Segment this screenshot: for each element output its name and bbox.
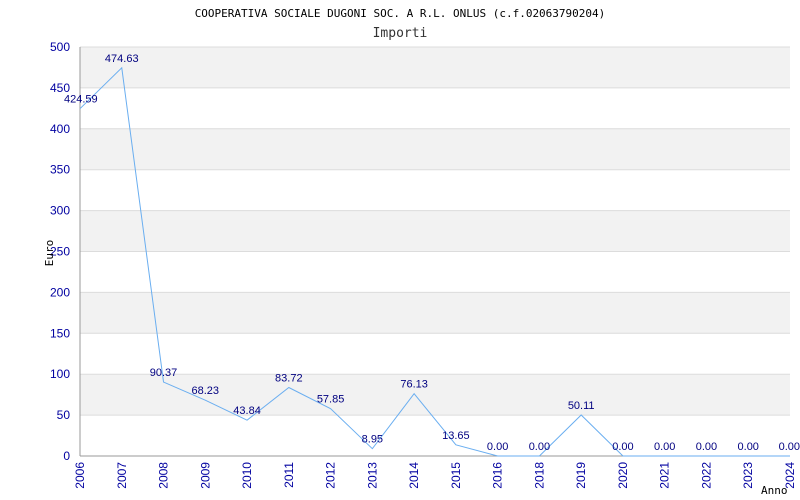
x-tick-label: 2008 [157,462,171,489]
data-label: 83.72 [275,373,303,385]
data-label: 0.00 [779,441,800,453]
data-label: 0.00 [529,441,550,453]
line-chart: 050100150200250300350400450500 2006 2007 2… [43,7,800,497]
data-label: 68.23 [192,385,220,397]
grid-band [80,47,790,88]
data-label: 0.00 [654,441,675,453]
y-tick-label: 100 [50,367,70,381]
y-tick-label: 50 [57,408,71,422]
grid-band [80,374,790,416]
data-label: 474.63 [105,53,139,65]
data-label: 43.84 [233,405,261,417]
x-tick-label: 2009 [198,462,212,489]
data-label: 90.37 [150,367,178,379]
data-label: 0.00 [487,441,508,453]
data-label: 13.65 [442,430,470,442]
x-tick-label: 2018 [532,462,546,489]
data-label: 76.13 [400,379,428,391]
data-label: 50.11 [568,400,595,412]
y-axis-label: Euro [43,240,56,267]
x-tick-label: 2012 [324,462,338,489]
grid-band [80,292,790,334]
x-tick-label: 2021 [658,462,672,489]
y-tick-label: 350 [50,163,70,177]
grid-band [80,128,790,170]
y-tick-label: 300 [50,204,70,218]
x-tick-label: 2020 [616,462,630,489]
data-label: 424.59 [64,94,98,106]
x-tick-label: 2023 [741,462,755,489]
x-axis-label: Anno [761,484,788,497]
x-tick-label: 2010 [240,462,254,489]
data-label: 8.95 [362,434,383,446]
x-tick-label: 2011 [282,462,296,488]
x-tick-label: 2019 [574,462,588,489]
y-tick-label: 0 [63,449,70,463]
x-tick-label: 2015 [449,462,463,489]
grid-bands [80,47,790,416]
data-label: 0.00 [738,441,759,453]
x-tick-label: 2007 [115,462,129,489]
x-tick-label: 2013 [365,462,379,489]
y-tick-label: 400 [50,122,70,136]
x-tick-labels: 2006 2007 2008 2009 2010 2011 2012 2013 2014 2015… [73,462,797,489]
grid-band [80,210,790,252]
x-tick-label: 2022 [699,462,713,489]
data-label: 0.00 [612,441,633,453]
x-tick-label: 2014 [407,462,421,489]
data-label: 0.00 [696,441,717,453]
y-tick-label: 200 [50,285,70,299]
y-tick-label: 150 [50,326,70,340]
x-tick-label: 2006 [73,462,87,489]
y-tick-label: 500 [50,40,70,54]
chart-title: COOPERATIVA SOCIALE DUGONI SOC. A R.L. O… [195,7,606,20]
chart-subtitle: Importi [373,26,428,41]
x-tick-label: 2016 [491,462,505,489]
data-label: 57.85 [317,394,345,406]
